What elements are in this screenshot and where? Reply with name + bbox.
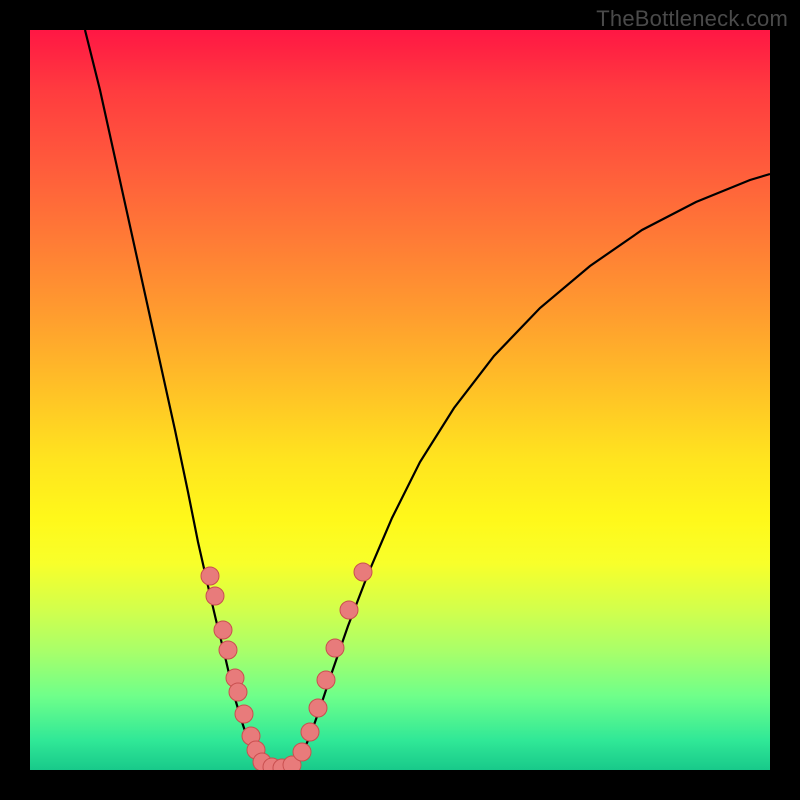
chart-plot-area bbox=[30, 30, 770, 770]
left-branch-dot bbox=[201, 567, 219, 585]
bottleneck-curve bbox=[85, 30, 770, 769]
left-branch-dot bbox=[206, 587, 224, 605]
right-branch-dot bbox=[293, 743, 311, 761]
left-branch-dot bbox=[214, 621, 232, 639]
left-branch-dot bbox=[219, 641, 237, 659]
right-branch-dot bbox=[326, 639, 344, 657]
right-branch-dot bbox=[317, 671, 335, 689]
right-branch-dot bbox=[301, 723, 319, 741]
watermark-text: TheBottleneck.com bbox=[596, 6, 788, 32]
left-branch-dot bbox=[235, 705, 253, 723]
right-branch-dot bbox=[309, 699, 327, 717]
bottleneck-curve-svg bbox=[30, 30, 770, 770]
right-branch-dot bbox=[354, 563, 372, 581]
right-branch-dot bbox=[340, 601, 358, 619]
left-branch-dot bbox=[229, 683, 247, 701]
